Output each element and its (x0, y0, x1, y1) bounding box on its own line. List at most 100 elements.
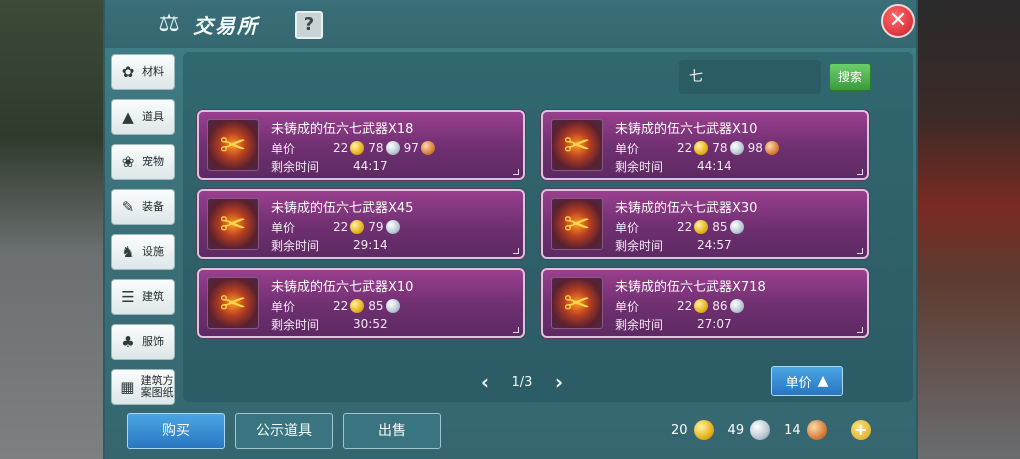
sort-by-price-button[interactable]: 单价 ▲ (771, 366, 843, 396)
silver-coin-icon (729, 299, 744, 313)
listing-card[interactable]: ✂ 未铸成的伍六七武器X45 单价 22 79 剩余时间 29:14 (197, 189, 525, 259)
window-title: 交易所 (193, 14, 259, 38)
price-row: 单价 22 78 97 (271, 140, 435, 156)
scissors-weapon-icon: ✂ (551, 198, 603, 250)
sidebar-item-facility[interactable]: ♞ 设施 (111, 234, 175, 270)
gold-coin-icon (350, 141, 365, 155)
search-input[interactable]: 七 (679, 60, 821, 94)
time-row: 剩余时间 24:57 (615, 237, 732, 253)
corner-mark (857, 248, 863, 254)
wallet-gold-amount: 20 (671, 422, 688, 438)
price-label: 单价 (271, 299, 296, 314)
sidebar-item-label: 宠物 (142, 155, 164, 168)
time-left-label: 剩余时间 (615, 238, 664, 253)
sidebar-item-blueprint[interactable]: ▦ 建筑方案图纸 (111, 369, 175, 405)
sidebar-item-label: 建筑方案图纸 (140, 374, 174, 399)
listing-card[interactable]: ✂ 未铸成的伍六七武器X10 单价 22 78 98 剩余时间 44:14 (541, 110, 869, 180)
category-sidebar: ✿ 材料 ▲ 道具 ❀ 宠物 ✎ 装备 ♞ 设施 ☰ 建筑 ♣ 服饰 ▦ 建筑方 (111, 54, 175, 414)
scissors-weapon-icon: ✂ (207, 119, 259, 171)
time-left-value: 24:57 (697, 238, 732, 252)
time-left-label: 剩余时间 (615, 159, 664, 174)
silver-coin-icon (750, 420, 771, 440)
price-row: 单价 22 85 (271, 298, 400, 314)
sell-button[interactable]: 出售 (343, 413, 441, 449)
time-left-label: 剩余时间 (271, 159, 320, 174)
prev-page-button[interactable]: ‹ (473, 370, 497, 394)
sidebar-item-label: 材料 (142, 65, 164, 78)
sidebar-item-label: 服饰 (142, 335, 164, 348)
wallet-silver-amount: 49 (727, 422, 745, 438)
time-left-value: 29:14 (353, 238, 388, 252)
silver-amount: 85 (712, 220, 728, 234)
gold-coin-icon (350, 299, 365, 313)
sidebar-item-item[interactable]: ▲ 道具 (111, 99, 175, 135)
corner-mark (513, 248, 519, 254)
price-label: 单价 (271, 220, 296, 235)
listing-card[interactable]: ✂ 未铸成的伍六七武器X18 单价 22 78 97 剩余时间 44:17 (197, 110, 525, 180)
clothing-icon: ♣ (121, 333, 135, 351)
price-label: 单价 (271, 141, 296, 156)
close-button[interactable]: ✕ (881, 4, 915, 38)
sidebar-item-pet[interactable]: ❀ 宠物 (111, 144, 175, 180)
sidebar-item-equipment[interactable]: ✎ 装备 (111, 189, 175, 225)
gold-amount: 22 (333, 141, 349, 155)
sidebar-item-building[interactable]: ☰ 建筑 (111, 279, 175, 315)
silver-coin-icon (385, 141, 400, 155)
background-scene-left (0, 0, 110, 459)
listing-card[interactable]: ✂ 未铸成的伍六七武器X718 单价 22 86 剩余时间 27:07 (541, 268, 869, 338)
item-name: 未铸成的伍六七武器X718 (615, 280, 766, 295)
scissors-weapon-icon: ✂ (551, 119, 603, 171)
silver-coin-icon (729, 141, 744, 155)
exchange-panel: ⚖ 交易所 ? ✕ ✿ 材料 ▲ 道具 ❀ 宠物 ✎ 装备 ♞ 设施 ☰ 建筑 (103, 0, 918, 459)
time-row: 剩余时间 44:14 (615, 158, 732, 174)
time-left-value: 27:07 (697, 317, 732, 331)
facility-icon: ♞ (121, 243, 135, 261)
listing-card[interactable]: ✂ 未铸成的伍六七武器X10 单价 22 85 剩余时间 30:52 (197, 268, 525, 338)
help-button[interactable]: ? (295, 11, 323, 39)
time-left-label: 剩余时间 (271, 238, 320, 253)
time-row: 剩余时间 27:07 (615, 316, 732, 332)
listing-card[interactable]: ✂ 未铸成的伍六七武器X30 单价 22 85 剩余时间 24:57 (541, 189, 869, 259)
silver-amount: 78 (712, 141, 728, 155)
time-row: 剩余时间 29:14 (271, 237, 388, 253)
item-name: 未铸成的伍六七武器X45 (271, 201, 414, 216)
sort-label: 单价 (785, 375, 812, 391)
background-scene-right (910, 0, 1020, 459)
gold-amount: 22 (677, 141, 693, 155)
gold-coin-icon (350, 220, 365, 234)
scissors-weapon-icon: ✂ (207, 277, 259, 329)
item-name: 未铸成的伍六七武器X18 (271, 122, 414, 137)
silver-amount: 85 (368, 299, 384, 313)
time-left-label: 剩余时间 (271, 317, 320, 332)
public-items-button[interactable]: 公示道具 (235, 413, 333, 449)
silver-amount: 86 (712, 299, 728, 313)
search-button[interactable]: 搜索 (829, 63, 871, 91)
silver-coin-icon (385, 299, 400, 313)
listing-area: 七 搜索 ✂ 未铸成的伍六七武器X18 单价 22 78 97 剩余时间 44:… (183, 52, 913, 402)
building-icon: ☰ (121, 288, 135, 306)
price-row: 单价 22 85 (615, 219, 744, 235)
item-icon: ▲ (122, 108, 134, 126)
gold-coin-icon (694, 299, 709, 313)
item-name: 未铸成的伍六七武器X30 (615, 201, 758, 216)
sidebar-item-label: 装备 (142, 200, 164, 213)
title-bar: ⚖ 交易所 ? ✕ (105, 0, 916, 48)
gold-coin-icon (694, 141, 709, 155)
sidebar-item-label: 建筑 (142, 290, 164, 303)
gold-amount: 22 (333, 220, 349, 234)
next-page-button[interactable]: › (547, 370, 571, 394)
price-row: 单价 22 86 (615, 298, 744, 314)
equipment-icon: ✎ (121, 198, 135, 216)
price-row: 单价 22 79 (271, 219, 400, 235)
scissors-weapon-icon: ✂ (551, 277, 603, 329)
buy-button[interactable]: 购买 (127, 413, 225, 449)
price-label: 单价 (615, 220, 640, 235)
sidebar-item-material[interactable]: ✿ 材料 (111, 54, 175, 90)
time-left-label: 剩余时间 (615, 317, 664, 332)
price-label: 单价 (615, 141, 640, 156)
sidebar-item-clothing[interactable]: ♣ 服饰 (111, 324, 175, 360)
gold-coin-icon (693, 420, 714, 440)
gold-amount: 22 (333, 299, 349, 313)
price-row: 单价 22 78 98 (615, 140, 779, 156)
add-currency-button[interactable]: + (850, 420, 871, 440)
